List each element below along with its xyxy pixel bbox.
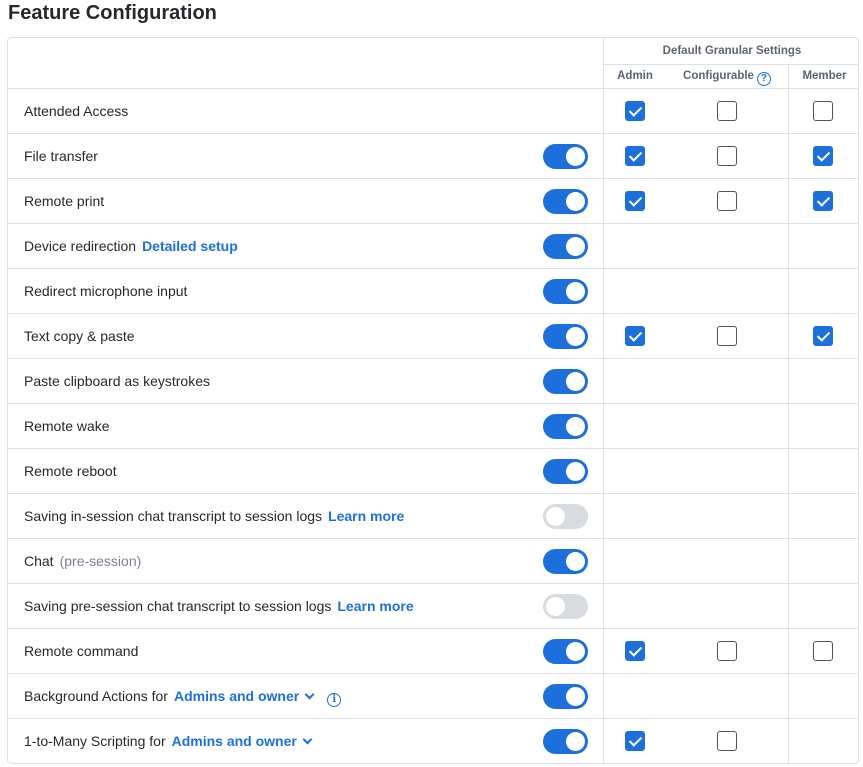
feature-label: Attended Access	[24, 89, 128, 133]
feature-toggle[interactable]	[543, 324, 588, 349]
feature-row: File transfer	[8, 133, 858, 178]
configurable-checkbox[interactable]	[717, 731, 737, 751]
feature-toggle[interactable]	[543, 594, 588, 619]
feature-row: Chat (pre-session)	[8, 538, 858, 583]
feature-name: Background Actions for	[24, 688, 168, 704]
granular-settings-header: Default Granular Settings	[662, 45, 802, 57]
admin-checkbox[interactable]	[625, 146, 645, 166]
feature-name: Paste clipboard as keystrokes	[24, 373, 210, 389]
feature-label: Text copy & paste	[24, 314, 135, 358]
feature-name: Remote wake	[24, 418, 110, 434]
feature-label: Saving in-session chat transcript to ses…	[24, 494, 404, 538]
feature-name: Remote reboot	[24, 463, 117, 479]
feature-toggle[interactable]	[543, 414, 588, 439]
feature-label: Device redirection Detailed setup	[24, 224, 238, 268]
feature-name: Remote print	[24, 193, 105, 209]
page-title: Feature Configuration	[8, 2, 217, 24]
feature-row: Saving pre-session chat transcript to se…	[8, 583, 858, 628]
feature-name: Redirect microphone input	[24, 283, 188, 299]
feature-row: Redirect microphone input	[8, 268, 858, 313]
configurable-checkbox[interactable]	[717, 146, 737, 166]
feature-name: Text copy & paste	[24, 328, 135, 344]
feature-row: Text copy & paste	[8, 313, 858, 358]
feature-label: Background Actions for Admins and owner i	[24, 674, 342, 718]
info-icon[interactable]: i	[327, 693, 342, 707]
feature-name: Chat	[24, 553, 54, 569]
member-checkbox[interactable]	[813, 146, 833, 166]
admin-checkbox[interactable]	[625, 326, 645, 346]
feature-toggle[interactable]	[543, 504, 588, 529]
feature-toggle[interactable]	[543, 279, 588, 304]
feature-name: 1-to-Many Scripting for	[24, 733, 166, 749]
feature-row: Remote wake	[8, 403, 858, 448]
configurable-checkbox[interactable]	[717, 191, 737, 211]
feature-name: File transfer	[24, 148, 98, 164]
feature-row: Remote print	[8, 178, 858, 223]
admin-checkbox[interactable]	[625, 101, 645, 121]
feature-label: Chat (pre-session)	[24, 539, 141, 583]
question-circle-icon[interactable]: ?	[756, 72, 771, 86]
feature-toggle[interactable]	[543, 144, 588, 169]
feature-toggle[interactable]	[543, 189, 588, 214]
feature-label: Saving pre-session chat transcript to se…	[24, 584, 414, 628]
member-checkbox[interactable]	[813, 641, 833, 661]
feature-row: 1-to-Many Scripting for Admins and owner	[8, 718, 858, 763]
admin-checkbox[interactable]	[625, 641, 645, 661]
configurable-checkbox[interactable]	[717, 101, 737, 121]
role-dropdown-label: Admins and owner	[173, 688, 300, 704]
chevron-down-icon	[302, 734, 313, 745]
feature-toggle[interactable]	[543, 684, 588, 709]
feature-label: 1-to-Many Scripting for Admins and owner	[24, 719, 313, 763]
feature-label: Remote wake	[24, 404, 110, 448]
column-header-admin: Admin	[617, 70, 653, 82]
feature-qualifier: (pre-session)	[59, 553, 142, 569]
role-dropdown[interactable]: Admins and owner	[173, 688, 315, 704]
feature-row: Saving in-session chat transcript to ses…	[8, 493, 858, 538]
feature-toggle[interactable]	[543, 549, 588, 574]
column-header-member: Member	[802, 70, 847, 82]
feature-name: Device redirection	[24, 238, 137, 254]
feature-row: Background Actions for Admins and owner i	[8, 673, 858, 718]
feature-row: Device redirection Detailed setup	[8, 223, 858, 268]
column-header-configurable: Configurable?	[670, 65, 784, 88]
feature-row: Paste clipboard as keystrokes	[8, 358, 858, 403]
learn-more-link[interactable]: Learn more	[337, 598, 413, 614]
feature-label: Remote command	[24, 629, 138, 673]
feature-toggle[interactable]	[543, 234, 588, 259]
feature-row: Remote reboot	[8, 448, 858, 493]
chevron-down-icon	[304, 689, 315, 700]
configurable-checkbox[interactable]	[717, 326, 737, 346]
column-header-configurable-label: Configurable	[683, 70, 754, 82]
feature-label: Redirect microphone input	[24, 269, 187, 313]
feature-rows: Attended Access File transfer Remote print…	[8, 88, 858, 763]
feature-label: Paste clipboard as keystrokes	[24, 359, 210, 403]
learn-more-link[interactable]: Learn more	[328, 508, 404, 524]
role-dropdown-label: Admins and owner	[171, 733, 297, 749]
configurable-checkbox[interactable]	[717, 641, 737, 661]
member-checkbox[interactable]	[813, 101, 833, 121]
feature-toggle[interactable]	[543, 729, 588, 754]
role-dropdown[interactable]: Admins and owner	[171, 733, 313, 749]
feature-toggle[interactable]	[543, 459, 588, 484]
feature-name: Saving in-session chat transcript to ses…	[24, 508, 323, 524]
feature-toggle[interactable]	[543, 639, 588, 664]
feature-name: Remote command	[24, 643, 139, 659]
feature-name: Saving pre-session chat transcript to se…	[24, 598, 332, 614]
feature-label: Remote print	[24, 179, 104, 223]
feature-toggle[interactable]	[543, 369, 588, 394]
member-checkbox[interactable]	[813, 326, 833, 346]
feature-name: Attended Access	[24, 103, 129, 119]
admin-checkbox[interactable]	[625, 191, 645, 211]
member-checkbox[interactable]	[813, 191, 833, 211]
detailed-setup-link[interactable]: Detailed setup	[142, 238, 238, 254]
feature-row: Remote command	[8, 628, 858, 673]
feature-label: File transfer	[24, 134, 98, 178]
feature-config-table: Default Granular Settings Admin Configur…	[7, 37, 859, 764]
feature-row: Attended Access	[8, 88, 858, 133]
admin-checkbox[interactable]	[625, 731, 645, 751]
feature-label: Remote reboot	[24, 449, 117, 493]
